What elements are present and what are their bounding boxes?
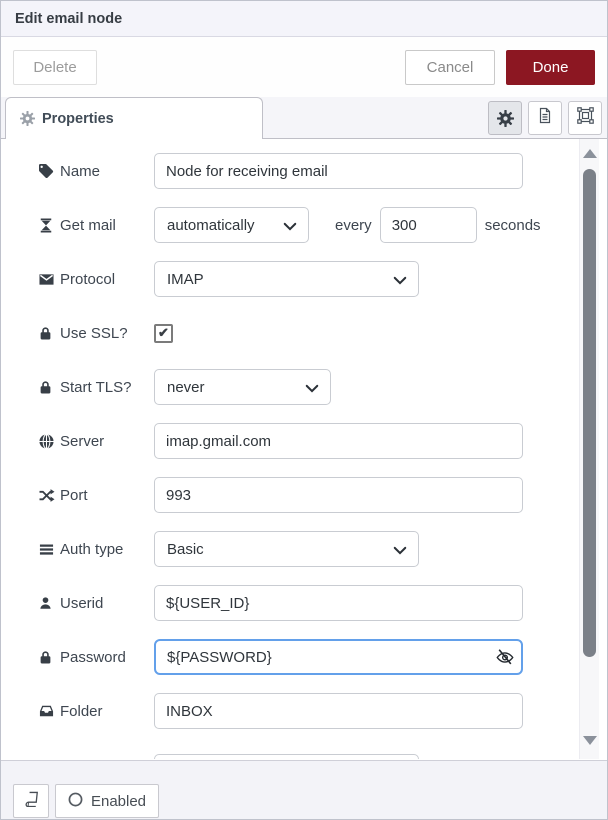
description-view-button[interactable] xyxy=(528,101,562,135)
appearance-view-button[interactable] xyxy=(568,101,602,135)
use-ssl-checkbox[interactable]: ✔ xyxy=(154,324,173,343)
userid-row: Userid xyxy=(39,585,607,621)
delete-button[interactable]: Delete xyxy=(13,50,97,85)
server-label: Server xyxy=(39,433,154,450)
auth-type-select[interactable]: Basic xyxy=(154,531,419,567)
start-tls-select[interactable]: never xyxy=(154,369,331,405)
interval-input[interactable] xyxy=(380,207,477,243)
lock-icon xyxy=(39,380,54,395)
user-icon xyxy=(39,596,54,611)
shuffle-icon xyxy=(39,488,54,503)
enabled-toggle-button[interactable]: Enabled xyxy=(55,784,159,818)
server-row: Server xyxy=(39,423,607,459)
gear-icon xyxy=(20,111,35,126)
password-row: Password xyxy=(39,639,607,675)
userid-label: Userid xyxy=(39,595,154,612)
status-circle-icon xyxy=(68,792,83,811)
tab-properties-label: Properties xyxy=(42,111,114,127)
protocol-label: Protocol xyxy=(39,271,154,288)
chevron-down-icon xyxy=(393,272,407,289)
object-group-icon xyxy=(577,107,594,129)
tag-icon xyxy=(39,164,54,179)
server-bars-icon xyxy=(39,542,54,557)
cancel-button[interactable]: Cancel xyxy=(405,50,495,85)
lock-icon xyxy=(39,650,54,665)
auth-type-label: Auth type xyxy=(39,541,154,558)
dialog-toolbar: Delete Cancel Done xyxy=(1,37,607,97)
port-input[interactable] xyxy=(154,477,523,513)
folder-row: Folder xyxy=(39,693,607,729)
node-help-button[interactable] xyxy=(13,784,49,818)
form-scrollbar[interactable] xyxy=(579,139,599,759)
get-mail-select[interactable]: automatically xyxy=(154,207,309,243)
clipped-next-row xyxy=(39,747,607,759)
protocol-select[interactable]: IMAP xyxy=(154,261,419,297)
password-field-wrapper xyxy=(154,639,523,675)
globe-icon xyxy=(39,434,54,449)
tab-properties[interactable]: Properties xyxy=(5,97,263,139)
eye-slash-icon[interactable] xyxy=(496,648,514,666)
properties-form: Name Get mail automatically xyxy=(1,139,607,759)
start-tls-label: Start TLS? xyxy=(39,379,154,396)
lock-icon xyxy=(39,326,54,341)
tab-bar: Properties xyxy=(1,97,607,139)
clipped-input[interactable] xyxy=(154,754,419,759)
auth-type-row: Auth type Basic xyxy=(39,531,607,567)
password-input[interactable] xyxy=(154,639,523,675)
use-ssl-label: Use SSL? xyxy=(39,325,154,342)
get-mail-row: Get mail automatically every seconds xyxy=(39,207,607,243)
inbox-icon xyxy=(39,704,54,719)
port-row: Port xyxy=(39,477,607,513)
userid-input[interactable] xyxy=(154,585,523,621)
scrollbar-thumb[interactable] xyxy=(583,169,596,657)
edit-email-node-dialog: Edit email node Delete Cancel Done Prope… xyxy=(0,0,608,820)
start-tls-row: Start TLS? never xyxy=(39,369,607,405)
name-row: Name xyxy=(39,153,607,189)
scroll-down-arrow-icon[interactable] xyxy=(583,736,597,745)
folder-input[interactable] xyxy=(154,693,523,729)
protocol-row: Protocol IMAP xyxy=(39,261,607,297)
book-icon xyxy=(24,791,39,811)
port-label: Port xyxy=(39,487,154,504)
dialog-header: Edit email node xyxy=(1,1,607,37)
dialog-footer: Enabled xyxy=(1,760,607,820)
every-label: every xyxy=(335,217,372,234)
properties-view-button[interactable] xyxy=(488,101,522,135)
name-label: Name xyxy=(39,163,154,180)
gear-icon xyxy=(497,110,514,127)
password-label: Password xyxy=(39,649,154,666)
get-mail-label: Get mail xyxy=(39,217,154,234)
chevron-down-icon xyxy=(283,218,297,235)
use-ssl-row: Use SSL? ✔ xyxy=(39,315,607,351)
chevron-down-icon xyxy=(305,380,319,397)
check-icon: ✔ xyxy=(158,325,169,341)
dialog-title: Edit email node xyxy=(15,11,122,27)
document-icon xyxy=(537,107,553,129)
chevron-down-icon xyxy=(393,542,407,559)
enabled-label: Enabled xyxy=(91,793,146,810)
server-input[interactable] xyxy=(154,423,523,459)
seconds-label: seconds xyxy=(485,217,541,234)
hourglass-icon xyxy=(39,218,54,233)
name-input[interactable] xyxy=(154,153,523,189)
done-button[interactable]: Done xyxy=(506,50,595,85)
folder-label: Folder xyxy=(39,703,154,720)
envelope-icon xyxy=(39,272,54,287)
scroll-up-arrow-icon[interactable] xyxy=(583,149,597,158)
